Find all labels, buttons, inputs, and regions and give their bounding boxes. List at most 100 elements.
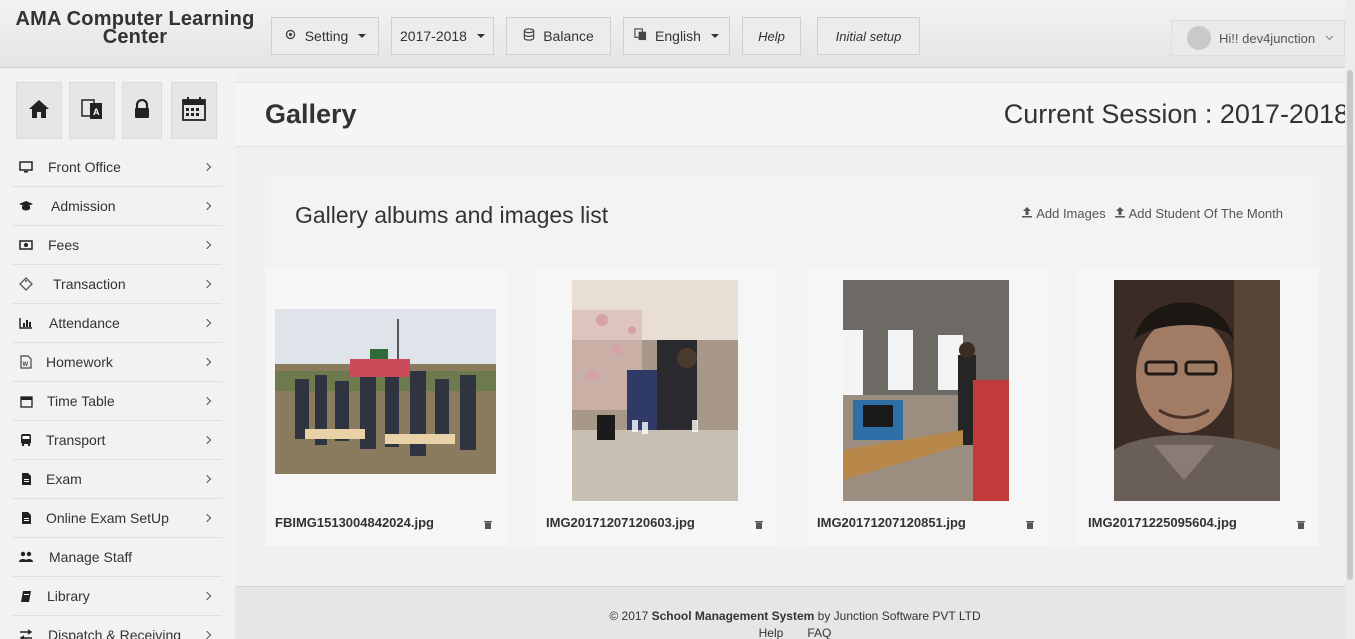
image-filename: FBIMG1513004842024.jpg <box>275 515 434 530</box>
gallery-image[interactable] <box>1114 280 1280 501</box>
sidebar-item-label: Fees <box>48 237 80 253</box>
image-filename: IMG20171207120851.jpg <box>817 515 966 530</box>
sidebar-item-label: Transaction <box>53 276 126 292</box>
main-content: Gallery Current Session : 2017-2018 Gall… <box>235 68 1355 639</box>
add-student-label: Add Student Of The Month <box>1128 206 1283 221</box>
language-icon <box>634 28 647 44</box>
sidebar-item-dispatch-receiving[interactable]: Dispatch & Receiving <box>12 616 222 639</box>
svg-text:W: W <box>23 362 29 368</box>
app-brand[interactable]: AMA Computer Learning Center <box>10 9 260 48</box>
tag-icon <box>12 277 40 291</box>
help-label: Help <box>758 28 785 44</box>
vertical-scrollbar[interactable] <box>1345 0 1355 639</box>
chevron-right-icon <box>202 279 212 289</box>
word-file-icon: W <box>12 355 40 369</box>
panel-actions: Add Images Add Student Of The Month <box>1021 206 1283 221</box>
sidebar-item-label: Front Office <box>48 159 121 175</box>
balance-button[interactable]: Balance <box>506 17 611 55</box>
home-icon <box>28 99 50 122</box>
chevron-right-icon <box>202 435 212 445</box>
app-title-line2: Center <box>102 26 168 48</box>
sidebar-item-fees[interactable]: Fees <box>12 226 222 265</box>
avatar <box>1187 26 1211 50</box>
session-dropdown[interactable]: 2017-2018 <box>391 17 494 55</box>
trash-icon[interactable] <box>484 517 492 532</box>
trash-icon[interactable] <box>1297 517 1305 532</box>
translate-icon: A <box>80 98 104 123</box>
sidebar-item-library[interactable]: Library <box>12 577 222 616</box>
initial-setup-label: Initial setup <box>835 28 902 44</box>
copyright-text: © 2017 <box>609 609 649 623</box>
sidebar-menu: Front Office Admission Fees Transaction … <box>12 148 222 639</box>
sidebar-item-transaction[interactable]: Transaction <box>12 265 222 304</box>
initial-setup-button[interactable]: Initial setup <box>817 17 920 55</box>
add-student-of-month-link[interactable]: Add Student Of The Month <box>1114 206 1283 221</box>
panel-title: Gallery albums and images list <box>295 202 609 228</box>
sidebar-item-online-exam-setup[interactable]: Online Exam SetUp <box>12 499 222 538</box>
sidebar-item-time-table[interactable]: Time Table <box>12 382 222 421</box>
monitor-icon <box>12 161 40 173</box>
sidebar-item-homework[interactable]: W Homework <box>12 343 222 382</box>
upload-icon <box>1114 206 1126 221</box>
setting-dropdown[interactable]: Setting <box>271 17 379 55</box>
gear-icon <box>284 28 297 44</box>
sidebar-item-label: Exam <box>46 471 82 487</box>
sidebar-item-label: Manage Staff <box>49 549 133 565</box>
sidebar-item-front-office[interactable]: Front Office <box>12 148 222 187</box>
sidebar-item-label: Attendance <box>49 315 120 331</box>
calendar-icon <box>182 97 206 124</box>
calendar-button[interactable] <box>171 82 217 139</box>
chevron-down-icon <box>1326 32 1334 40</box>
help-button[interactable]: Help <box>742 17 801 55</box>
gallery-panel: Gallery albums and images list Add Image… <box>265 176 1319 546</box>
footer-copyright: © 2017 School Management System by Junct… <box>235 609 1355 623</box>
chevron-right-icon <box>202 513 212 523</box>
lock-button[interactable] <box>122 82 162 139</box>
footer-faq-link[interactable]: FAQ <box>807 626 831 639</box>
user-menu[interactable]: Hi!! dev4junction <box>1171 20 1345 56</box>
file-icon <box>12 511 40 525</box>
gallery-card: IMG20171225095604.jpg <box>1078 269 1319 546</box>
gallery-image[interactable] <box>572 280 738 501</box>
sidebar: A Front Office Admission Fees Transactio… <box>0 68 235 639</box>
sidebar-item-admission[interactable]: Admission <box>12 187 222 226</box>
scrollbar-thumb[interactable] <box>1347 70 1353 580</box>
page-header: Gallery Current Session : 2017-2018 <box>235 82 1355 147</box>
session-label: 2017-2018 <box>400 28 467 44</box>
gallery-card: FBIMG1513004842024.jpg <box>265 269 506 546</box>
sidebar-item-attendance[interactable]: Attendance <box>12 304 222 343</box>
chevron-right-icon <box>202 396 212 406</box>
language-dropdown[interactable]: English <box>623 17 730 55</box>
sidebar-item-manage-staff[interactable]: Manage Staff <box>12 538 222 577</box>
image-filename: IMG20171225095604.jpg <box>1088 515 1237 530</box>
sidebar-item-label: Time Table <box>47 393 115 409</box>
exchange-icon <box>12 629 40 639</box>
sidebar-item-label: Transport <box>46 432 106 448</box>
calendar-icon <box>12 395 40 408</box>
database-icon <box>523 28 535 44</box>
graduation-cap-icon <box>12 200 40 212</box>
chevron-right-icon <box>202 474 212 484</box>
chevron-right-icon <box>202 630 212 639</box>
sidebar-item-label: Dispatch & Receiving <box>48 627 182 639</box>
gallery-image[interactable] <box>275 309 496 474</box>
setting-label: Setting <box>304 28 349 44</box>
sidebar-item-transport[interactable]: Transport <box>12 421 222 460</box>
money-icon <box>12 240 40 250</box>
chevron-right-icon <box>202 240 212 250</box>
chevron-right-icon <box>202 201 212 211</box>
gallery-image[interactable] <box>843 280 1009 501</box>
gallery-card: IMG20171207120603.jpg <box>536 269 777 546</box>
footer-help-link[interactable]: Help <box>759 626 784 639</box>
sidebar-item-exam[interactable]: Exam <box>12 460 222 499</box>
trash-icon[interactable] <box>755 517 763 532</box>
chevron-right-icon <box>202 591 212 601</box>
trash-icon[interactable] <box>1026 517 1034 532</box>
home-button[interactable] <box>16 82 62 139</box>
translate-button[interactable]: A <box>69 82 115 139</box>
svg-text:A: A <box>93 107 100 117</box>
sidebar-item-label: Online Exam SetUp <box>46 510 169 526</box>
add-images-link[interactable]: Add Images <box>1021 206 1106 221</box>
file-icon <box>12 472 40 486</box>
footer-links: Help FAQ <box>235 626 1355 639</box>
